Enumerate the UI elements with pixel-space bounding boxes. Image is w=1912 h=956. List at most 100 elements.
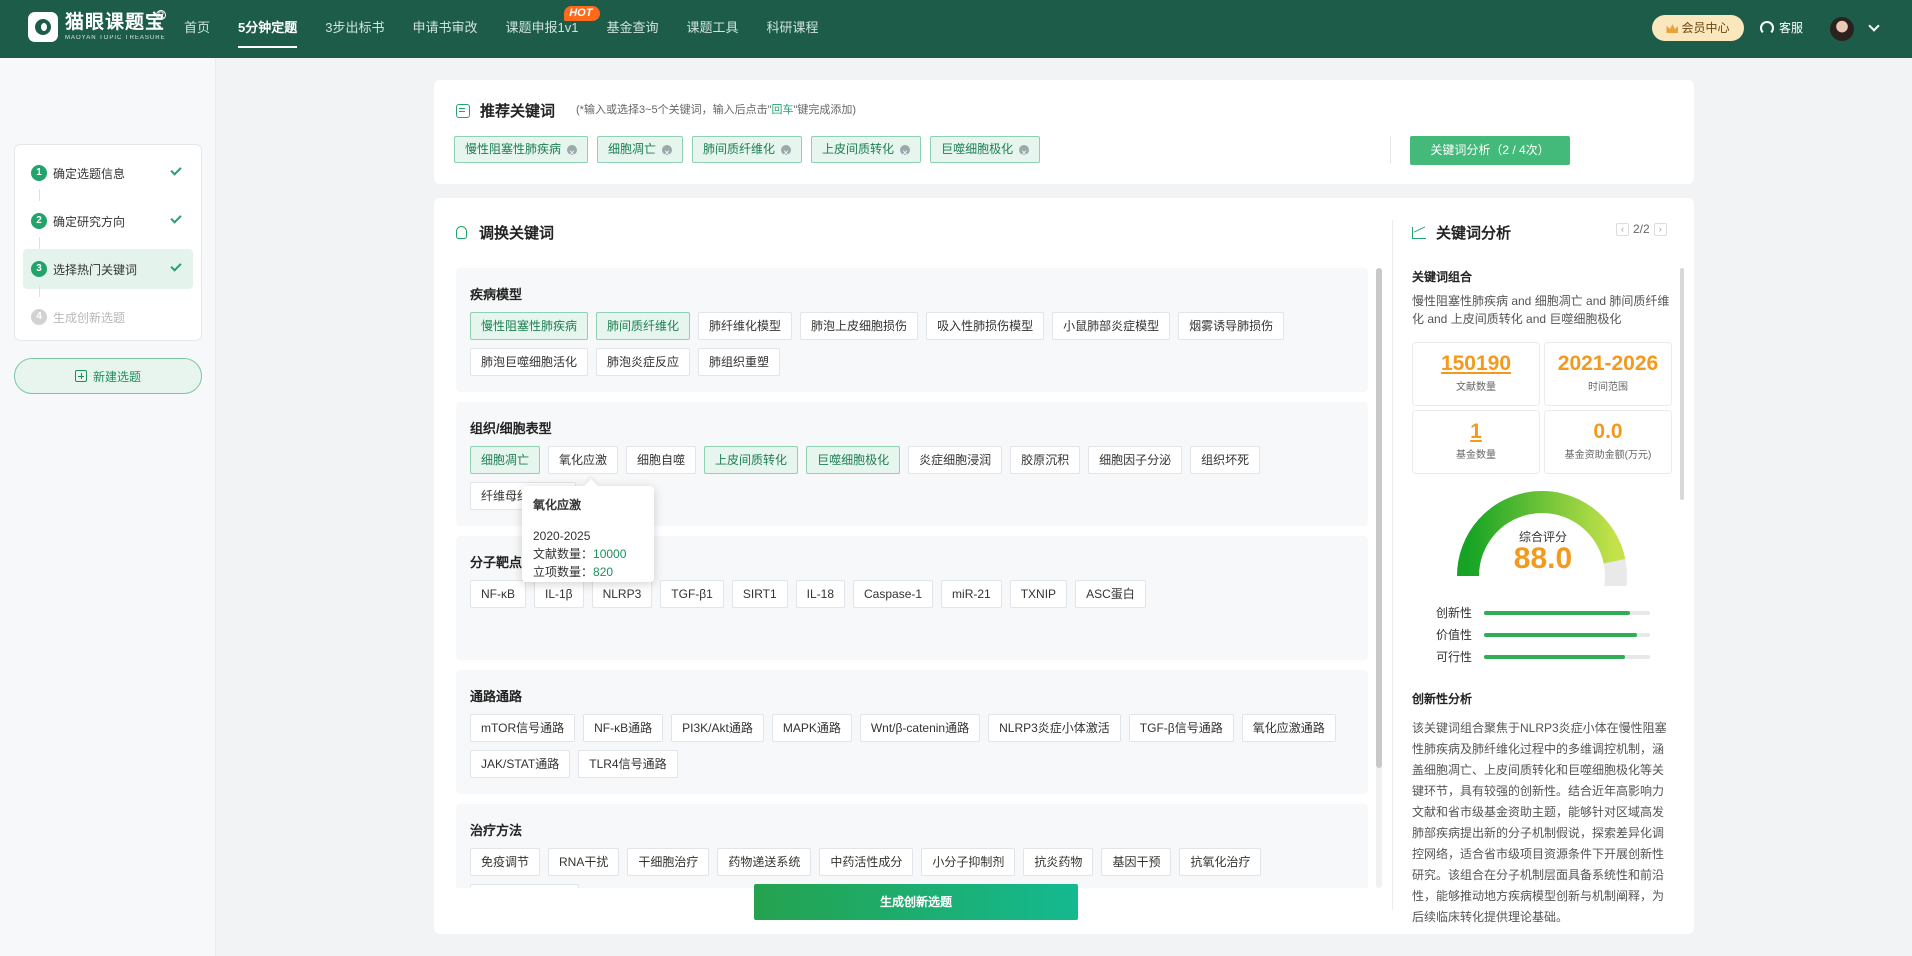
category-title: 通路通路 (470, 689, 523, 704)
keyword-tag[interactable]: NLRP3炎症小体激活 (988, 714, 1121, 742)
keyword-tag[interactable]: NLRP3 (591, 580, 653, 608)
nav-label: 课题工具 (686, 20, 739, 35)
next-page-button[interactable]: › (1653, 222, 1667, 236)
keyword-tag[interactable]: RNA干扰 (548, 848, 620, 876)
keyword-tag[interactable]: 免疫调节 (470, 848, 541, 876)
keyword-tag[interactable]: 吸入性肺损伤模型 (926, 312, 1045, 340)
selected-keyword[interactable]: 慢性阻塞性肺疾病 (454, 136, 589, 166)
keyword-tag[interactable]: 组织坏死 (1190, 446, 1261, 474)
step-4[interactable]: 4 生成创新选题 (23, 297, 193, 337)
stat-card[interactable]: 1 基金数量 (1412, 410, 1540, 474)
categories-scrollbar[interactable] (1376, 268, 1382, 888)
selected-keyword-label: 上皮间质转化 (822, 142, 895, 156)
selected-keyword[interactable]: 细胞凋亡 (597, 136, 684, 166)
scrollbar-thumb[interactable] (1376, 268, 1382, 768)
keyword-tag[interactable]: 中药活性成分 (819, 848, 914, 876)
keyword-tag[interactable]: 胶原沉积 (1010, 446, 1081, 474)
keyword-tag[interactable]: 细胞因子分泌 (1088, 446, 1183, 474)
keyword-tag[interactable]: PI3K/Akt通路 (671, 714, 764, 742)
keyword-analysis-button[interactable]: 关键词分析（2 / 4次） (1410, 136, 1570, 165)
keyword-tag[interactable]: 细胞自噬 (626, 446, 697, 474)
customer-service-button[interactable]: 客服 (1760, 15, 1803, 41)
step-3[interactable]: 3 选择热门关键词 (23, 249, 193, 289)
keyword-tag[interactable]: 靶向NLRP3治疗 (470, 884, 579, 888)
stat-label: 基金数量 (1456, 450, 1496, 461)
keyword-tag[interactable]: TXNIP (1009, 580, 1068, 608)
keyword-tag[interactable]: mTOR信号通路 (470, 714, 576, 742)
nav-item-2[interactable]: 3步出标书 (325, 0, 384, 58)
avatar[interactable] (1830, 17, 1854, 41)
keyword-tag[interactable]: Caspase-1 (853, 580, 934, 608)
keyword-tag[interactable]: 小分子抑制剂 (921, 848, 1016, 876)
keyword-tag[interactable]: NF-κB通路 (583, 714, 664, 742)
keyword-tag[interactable]: MAPK通路 (771, 714, 852, 742)
nav-item-1[interactable]: 5分钟定题 (238, 0, 298, 58)
selected-keyword[interactable]: 巨噬细胞极化 (930, 136, 1041, 166)
keyword-tag[interactable]: 肺泡巨噬细胞活化 (470, 348, 589, 376)
nav-item-5[interactable]: 基金查询 (606, 0, 658, 58)
keyword-tag[interactable]: 细胞凋亡 (470, 446, 541, 474)
vip-center-button[interactable]: 会员中心 (1652, 15, 1744, 41)
keyword-tag[interactable]: JAK/STAT通路 (470, 750, 571, 778)
keyword-tag[interactable]: 肺组织重塑 (698, 348, 781, 376)
prev-page-button[interactable]: ‹ (1616, 222, 1629, 236)
keyword-tag[interactable]: 氧化应激 (548, 446, 619, 474)
keyword-tag[interactable]: miR-21 (941, 580, 1002, 608)
score-bar-track (1484, 654, 1650, 659)
stat-card[interactable]: 150190 文献数量 (1412, 342, 1540, 406)
keyword-tag[interactable]: TGF-β信号通路 (1128, 714, 1234, 742)
keyword-tag[interactable]: TLR4信号通路 (578, 750, 678, 778)
keyword-tag[interactable]: 抗炎药物 (1023, 848, 1094, 876)
close-icon[interactable] (781, 141, 792, 166)
stat-value[interactable]: 150190 (1413, 351, 1539, 377)
keyword-tag[interactable]: 肺纤维化模型 (698, 312, 793, 340)
plus-square-icon (74, 370, 87, 382)
keyword-tag[interactable]: ASC蛋白 (1075, 580, 1146, 608)
keyword-tag[interactable]: IL-1β (534, 580, 584, 608)
stat-label: 时间范围 (1588, 382, 1628, 393)
keyword-tag[interactable]: SIRT1 (731, 580, 788, 608)
nav-item-0[interactable]: 首页 (184, 0, 210, 58)
close-icon[interactable] (1019, 141, 1030, 166)
step-1[interactable]: 1 确定选题信息 (23, 153, 193, 193)
keyword-tag[interactable]: 氧化应激通路 (1241, 714, 1336, 742)
new-topic-button[interactable]: 新建选题 (14, 358, 202, 394)
close-icon[interactable] (662, 141, 673, 166)
keyword-tag[interactable]: 肺间质纤维化 (596, 312, 691, 340)
keyword-tag[interactable]: 肺泡上皮细胞损伤 (800, 312, 919, 340)
nav-item-3[interactable]: 申请书审改 (412, 0, 477, 58)
keyword-tag[interactable]: 炎症细胞浸润 (908, 446, 1003, 474)
keyword-tag[interactable]: 上皮间质转化 (704, 446, 799, 474)
nav-label: 课题申报1v1 (505, 20, 579, 35)
keyword-tag[interactable]: TGF-β1 (660, 580, 724, 608)
keyword-tag[interactable]: 巨噬细胞极化 (806, 446, 901, 474)
tooltip-years: 2020-2025 (533, 529, 591, 543)
selected-keyword[interactable]: 上皮间质转化 (811, 136, 922, 166)
close-icon[interactable] (567, 141, 578, 166)
selected-keyword[interactable]: 肺间质纤维化 (692, 136, 803, 166)
stat-label: 基金资助金额(万元) (1564, 450, 1652, 461)
stat-value[interactable]: 1 (1413, 419, 1539, 445)
analysis-pager: ‹ 2/2 › (1612, 222, 1671, 236)
generate-topic-button[interactable]: 生成创新选题 (754, 884, 1078, 920)
keyword-tag[interactable]: 基因干预 (1101, 848, 1172, 876)
keyword-tag[interactable]: 抗氧化治疗 (1179, 848, 1262, 876)
keyword-tag[interactable]: 烟雾诱导肺损伤 (1178, 312, 1285, 340)
keyword-tag[interactable]: 慢性阻塞性肺疾病 (470, 312, 589, 340)
close-icon[interactable] (900, 141, 911, 166)
keyword-tag[interactable]: NF-κB (470, 580, 526, 608)
combo-text: 慢性阻塞性肺疾病 and 细胞凋亡 and 肺间质纤维化 and 上皮间质转化 … (1412, 294, 1670, 326)
nav-item-6[interactable]: 课题工具 (686, 0, 738, 58)
keyword-tag[interactable]: IL-18 (795, 580, 846, 608)
keyword-tag[interactable]: 肺泡炎症反应 (596, 348, 691, 376)
step-2[interactable]: 2 确定研究方向 (23, 201, 193, 241)
keyword-tag[interactable]: 干细胞治疗 (627, 848, 710, 876)
keyword-tag[interactable]: 小鼠肺部炎症模型 (1052, 312, 1171, 340)
logo[interactable]: 猫眼课题宝 MAOYAN TOPIC TREASURE R (28, 10, 166, 42)
keyword-tag[interactable]: 药物递送系统 (717, 848, 812, 876)
analysis-scrollbar[interactable] (1680, 268, 1684, 500)
nav-item-4[interactable]: 课题申报1v1 HOT (505, 0, 601, 58)
nav-item-7[interactable]: 科研课程 (767, 0, 819, 58)
keyword-tag[interactable]: Wnt/β-catenin通路 (859, 714, 981, 742)
chevron-down-icon[interactable] (1868, 20, 1880, 32)
